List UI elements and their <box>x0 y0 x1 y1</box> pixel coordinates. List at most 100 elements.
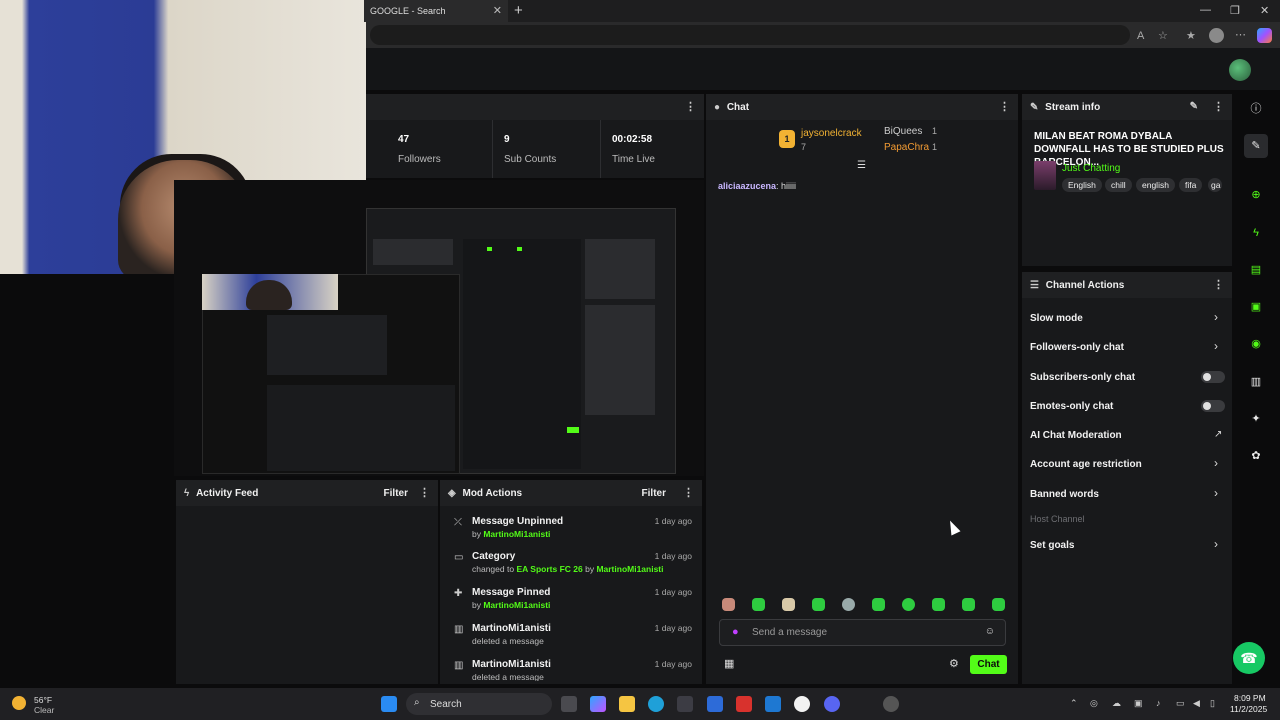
detail-category[interactable]: EA Sports FC 26 <box>516 564 582 574</box>
emoji-icon[interactable]: ☺ <box>985 626 995 637</box>
ai-moderation-item[interactable]: AI Chat Moderation <box>1030 430 1122 441</box>
app-icon[interactable] <box>794 696 810 712</box>
subscribers-only-toggle[interactable] <box>1201 371 1225 383</box>
account-age-item[interactable]: Account age restriction <box>1030 459 1142 470</box>
chevron-right-icon[interactable]: › <box>1214 310 1218 324</box>
emote-icon[interactable] <box>992 598 1005 611</box>
emote-icon[interactable] <box>812 598 825 611</box>
url-field[interactable] <box>370 25 1130 45</box>
emotes-only-toggle[interactable] <box>1201 400 1225 412</box>
battery-icon[interactable]: ▯ <box>1210 698 1215 709</box>
emote-icon[interactable] <box>962 598 975 611</box>
activity-filter-button[interactable]: Filter <box>384 488 408 499</box>
detail-user[interactable]: MartinoMi1anisti <box>596 564 663 574</box>
chat-message-user[interactable]: aliciaazucena <box>718 181 776 191</box>
edit-pencil-icon[interactable]: ✎ <box>1190 101 1198 112</box>
info-icon[interactable]: ⓘ <box>1244 97 1268 121</box>
message-icon[interactable]: ▣ <box>1244 295 1268 319</box>
chevron-right-icon[interactable]: › <box>1214 456 1218 470</box>
windows-start-icon[interactable] <box>381 696 397 712</box>
tag-chip[interactable]: English <box>1062 178 1102 192</box>
category-thumbnail[interactable] <box>1034 161 1056 190</box>
weather-temperature[interactable]: 56°F <box>34 695 52 705</box>
favorite-star-icon[interactable]: ☆ <box>1158 29 1168 42</box>
layout-icon[interactable]: ▥ <box>1244 370 1268 394</box>
leader3-name[interactable]: PapaChra <box>884 142 929 153</box>
copilot-app-icon[interactable] <box>590 696 606 712</box>
tag-chip[interactable]: ga <box>1208 178 1222 192</box>
tab-close-icon[interactable]: ✕ <box>493 4 502 17</box>
apps-icon[interactable]: ✿ <box>1244 444 1268 468</box>
chevron-right-icon[interactable]: › <box>1214 537 1218 551</box>
channel-actions-kebab-icon[interactable]: ⋮ <box>1213 278 1224 291</box>
favorites-icon[interactable]: ★ <box>1186 29 1196 42</box>
tray-chevron-icon[interactable]: ⌃ <box>1070 698 1078 709</box>
minimize-icon[interactable]: — <box>1200 4 1211 16</box>
broadcast-icon[interactable]: ◉ <box>1244 332 1268 356</box>
stream-info-kebab-icon[interactable]: ⋮ <box>1213 100 1224 113</box>
set-goals-item[interactable]: Set goals <box>1030 540 1074 551</box>
document-icon[interactable]: ▤ <box>1244 258 1268 282</box>
chat-message-input[interactable] <box>752 627 972 638</box>
chevron-right-icon[interactable]: › <box>1214 486 1218 500</box>
emote-icon[interactable] <box>932 598 945 611</box>
clock-time[interactable]: 8:09 PM <box>1234 693 1266 703</box>
read-aloud-icon[interactable]: A <box>1137 30 1144 42</box>
discord-icon[interactable] <box>824 696 840 712</box>
mod-kebab-icon[interactable]: ⋮ <box>683 486 694 499</box>
emote-icon[interactable] <box>872 598 885 611</box>
emote-icon[interactable] <box>902 598 915 611</box>
mcafee-icon[interactable] <box>736 696 752 712</box>
activity-kebab-icon[interactable]: ⋮ <box>419 486 430 499</box>
subscribers-only-item[interactable]: Subscribers-only chat <box>1030 372 1135 383</box>
leader1-name[interactable]: jaysonelcrack <box>801 128 862 139</box>
stream-category[interactable]: Just Chatting <box>1062 163 1120 174</box>
crosshair-icon[interactable]: ⊕ <box>1244 183 1268 207</box>
detail-user[interactable]: MartinoMi1anisti <box>483 600 550 610</box>
task-view-icon[interactable] <box>561 696 577 712</box>
pencil-icon[interactable]: ✎ <box>1244 134 1268 158</box>
close-window-icon[interactable]: ✕ <box>1260 4 1269 17</box>
banned-words-item[interactable]: Banned words <box>1030 489 1099 500</box>
new-tab-icon[interactable]: + <box>514 2 523 19</box>
help-headset-button[interactable]: ☎ <box>1233 642 1265 674</box>
file-explorer-icon[interactable] <box>619 696 635 712</box>
mod-action-row[interactable]: ▥ MartinoMi1anisti deleted a message 1 d… <box>446 659 696 681</box>
network-icon[interactable]: ▭ <box>1176 698 1185 709</box>
edge-icon[interactable] <box>648 696 664 712</box>
chat-input-box[interactable]: ● ☺ <box>719 619 1006 646</box>
volume-icon[interactable]: ◀ <box>1193 698 1200 709</box>
emote-icon[interactable] <box>842 598 855 611</box>
chat-settings-gear-icon[interactable]: ⚙ <box>949 657 959 670</box>
browser-tab[interactable]: GOOGLE - Search ✕ <box>364 0 508 22</box>
weather-condition[interactable]: Clear <box>34 705 54 715</box>
chat-kebab-icon[interactable]: ⋮ <box>999 100 1010 113</box>
tag-chip[interactable]: english <box>1136 178 1175 192</box>
mod-filter-button[interactable]: Filter <box>642 488 666 499</box>
emote-icon[interactable] <box>782 598 795 611</box>
copilot-icon[interactable] <box>1257 28 1272 43</box>
chevron-right-icon[interactable]: › <box>1214 339 1218 353</box>
followers-only-item[interactable]: Followers-only chat <box>1030 342 1124 353</box>
slow-mode-item[interactable]: Slow mode <box>1030 313 1083 324</box>
send-chat-button[interactable]: Chat <box>970 655 1007 674</box>
tray-app-icon[interactable]: ◎ <box>1090 698 1098 709</box>
emote-icon[interactable] <box>752 598 765 611</box>
profile-avatar[interactable] <box>1209 28 1224 43</box>
external-link-icon[interactable]: ↗ <box>1214 429 1222 440</box>
tray-app-icon[interactable]: ▣ <box>1134 698 1143 709</box>
maximize-icon[interactable]: ❐ <box>1230 4 1240 17</box>
taskbar-search[interactable]: ⌕ Search <box>406 693 552 715</box>
microphone-icon[interactable]: ● <box>732 626 739 638</box>
obs-icon[interactable] <box>883 696 899 712</box>
user-avatar[interactable] <box>1229 59 1251 81</box>
store-icon[interactable] <box>677 696 693 712</box>
stats-kebab-icon[interactable]: ⋮ <box>685 100 696 113</box>
tag-chip[interactable]: chill <box>1105 178 1132 192</box>
outlook-icon[interactable] <box>765 696 781 712</box>
emotes-only-item[interactable]: Emotes-only chat <box>1030 401 1113 412</box>
weather-moon-icon[interactable] <box>12 696 26 710</box>
lightning-icon[interactable]: ϟ <box>1244 221 1268 245</box>
vscode-icon[interactable] <box>707 696 723 712</box>
onedrive-icon[interactable]: ☁ <box>1112 698 1121 709</box>
